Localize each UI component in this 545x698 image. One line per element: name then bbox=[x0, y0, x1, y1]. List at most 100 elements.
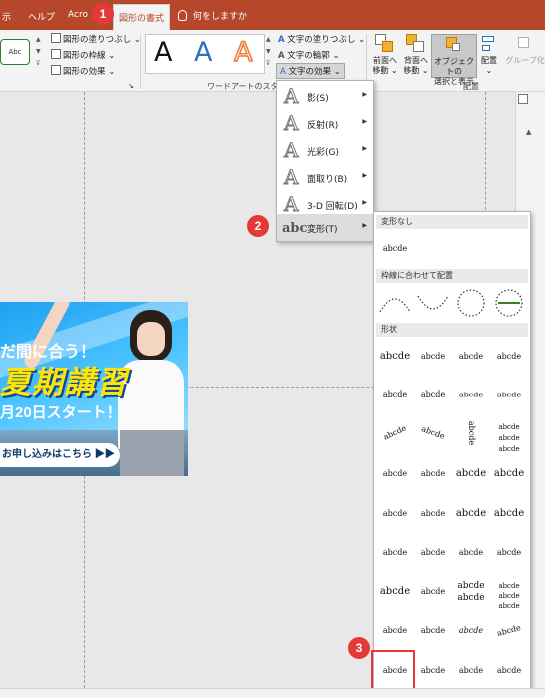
warp-fade-left[interactable]: abcde bbox=[486, 608, 530, 655]
send-backward-button[interactable]: 背面へ 移動 ⌄ bbox=[401, 34, 431, 76]
warp-chevron-down[interactable]: abcde bbox=[414, 376, 452, 414]
group-button[interactable]: グループ化 bbox=[505, 34, 545, 66]
pen-icon bbox=[51, 49, 61, 59]
wordart-style-orange[interactable]: A bbox=[233, 36, 253, 69]
shape-outline-button[interactable]: 図形の枠線 ⌄ bbox=[51, 49, 115, 61]
shape-style-scroll[interactable]: ▲ ▼ ⊽ bbox=[36, 34, 44, 70]
warp-ring-inside[interactable]: abcde bbox=[452, 382, 490, 409]
wordart-style-blue[interactable]: A bbox=[194, 37, 212, 68]
warp-arch-down[interactable]: abcde bbox=[409, 409, 458, 458]
warp-stop[interactable]: abcde bbox=[414, 338, 452, 376]
tab-shape-format[interactable]: 図形の書式 bbox=[113, 4, 171, 30]
submenu-arrow-icon: ▶ bbox=[362, 172, 367, 179]
warp-inflate-bottom[interactable]: abcde abcde bbox=[452, 573, 490, 611]
warp-fade-right[interactable]: abcde bbox=[452, 612, 490, 650]
submenu-arrow-icon: ▶ bbox=[362, 145, 367, 152]
warp-deflate-top[interactable]: abcde bbox=[414, 612, 452, 650]
wordart-gallery-scroll[interactable]: ▲ ▼ ⊽ bbox=[266, 34, 274, 70]
selection-pane-button[interactable]: オブジェクトの 選択と表示 bbox=[431, 34, 477, 86]
submenu-arrow-icon: ▶ bbox=[362, 222, 367, 229]
warp-circle[interactable]: abcde bbox=[452, 414, 490, 452]
warp-button-pour[interactable]: abcde bbox=[490, 455, 528, 493]
banner-date: 月20日スタート！ bbox=[0, 404, 122, 421]
warp-double-wave-1[interactable]: abcde bbox=[452, 534, 490, 572]
menu-item-reflection[interactable]: A 反射(R) ▶ bbox=[277, 110, 373, 137]
text-outline-button[interactable]: A 文字の輪郭 ⌄ bbox=[278, 49, 340, 61]
warp-curve-up[interactable]: abcde bbox=[376, 495, 414, 533]
dialog-launcher-icon[interactable]: ↘ bbox=[128, 82, 134, 90]
transform-arch-down[interactable] bbox=[414, 284, 452, 322]
summer-course-banner-image[interactable]: だ間に合う！ 夏期講習 月20日スタート！ お申し込みはこちら ▶▶ bbox=[0, 302, 188, 476]
warp-arch-down-pour[interactable]: abcde bbox=[414, 455, 452, 493]
tell-me-label: 何をしますか bbox=[193, 12, 248, 22]
warp-plain[interactable]: abcde bbox=[376, 338, 414, 376]
menu-item-shadow[interactable]: A 影(S) ▶ bbox=[277, 83, 373, 110]
highlight-box bbox=[371, 650, 415, 692]
arch-up-icon bbox=[379, 298, 411, 313]
warp-ring-outside[interactable]: abcde bbox=[490, 382, 528, 409]
transform-circle[interactable] bbox=[452, 284, 490, 322]
warp-cascade-down[interactable]: abcde bbox=[490, 652, 528, 690]
warp-cascade-up[interactable]: abcde bbox=[452, 652, 490, 690]
glow-icon: A bbox=[283, 138, 299, 162]
circle-path-icon bbox=[457, 289, 485, 317]
wordart-style-gallery[interactable]: A A A bbox=[145, 34, 265, 74]
submenu-arrow-icon: ▶ bbox=[362, 91, 367, 98]
group-icon bbox=[515, 34, 535, 54]
warp-chevron-up[interactable]: abcde bbox=[376, 376, 414, 414]
shape-effects-button[interactable]: 図形の効果 ⌄ bbox=[51, 65, 115, 77]
warp-wave-1[interactable]: abcde bbox=[376, 534, 414, 572]
scroll-up-icon[interactable]: ▲ bbox=[526, 128, 531, 136]
warp-can-up[interactable]: abcde bbox=[452, 495, 490, 533]
shape-style-sample[interactable]: Abc bbox=[0, 39, 30, 65]
menu-item-transform[interactable]: abc 変形(T) ▶ bbox=[277, 214, 373, 241]
selection-pane-icon bbox=[444, 35, 464, 55]
text-outline-icon: A bbox=[278, 51, 285, 61]
bring-forward-button[interactable]: 前面へ 移動 ⌄ bbox=[370, 34, 400, 76]
text-effects-button[interactable]: A 文字の効果 ⌄ bbox=[276, 63, 345, 79]
warp-deflate[interactable]: abcde bbox=[414, 573, 452, 611]
warp-wave-2[interactable]: abcde bbox=[414, 534, 452, 572]
3d-rotation-icon: A bbox=[283, 192, 299, 216]
tab-help[interactable]: ヘルプ bbox=[28, 10, 55, 23]
transform-none[interactable]: abcde bbox=[376, 230, 414, 268]
menu-item-glow[interactable]: A 光彩(G) ▶ bbox=[277, 137, 373, 164]
warp-arch-up-pour[interactable]: abcde bbox=[376, 455, 414, 493]
ribbon-divider bbox=[140, 34, 141, 89]
warp-inflate[interactable]: abcde bbox=[376, 573, 414, 611]
transform-button[interactable] bbox=[490, 284, 528, 322]
step-badge-1: 1 bbox=[92, 3, 114, 25]
student-face bbox=[137, 322, 165, 356]
tell-me-box[interactable]: 何をしますか bbox=[178, 9, 247, 22]
status-bar bbox=[0, 688, 545, 698]
tab-slideshow[interactable]: 示 bbox=[2, 10, 11, 23]
warp-triangle-up[interactable]: abcde bbox=[452, 338, 490, 376]
warp-can-down[interactable]: abcde bbox=[490, 495, 528, 533]
text-fill-button[interactable]: A 文字の塗りつぶし ⌄ bbox=[278, 33, 365, 45]
align-button[interactable]: 配置 ⌄ bbox=[479, 34, 499, 76]
transform-arch-up[interactable] bbox=[376, 284, 414, 322]
step-badge-3: 3 bbox=[348, 637, 370, 659]
menu-item-bevel[interactable]: A 面取り(B) ▶ bbox=[277, 164, 373, 191]
text-fill-icon: A bbox=[278, 35, 285, 45]
panel-thumb-icon[interactable] bbox=[518, 94, 528, 104]
warp-button[interactable]: abcde abcde abcde bbox=[490, 414, 528, 453]
student-skirt bbox=[120, 430, 184, 476]
warp-triangle-down[interactable]: abcde bbox=[490, 338, 528, 376]
paint-bucket-icon bbox=[51, 33, 61, 43]
warp-curve-down[interactable]: abcde bbox=[414, 495, 452, 533]
wordart-style-black[interactable]: A bbox=[154, 37, 172, 68]
shape-fill-button[interactable]: 図形の塗りつぶし ⌄ bbox=[51, 33, 141, 45]
warp-slant-down[interactable]: abcde bbox=[414, 652, 452, 690]
shadow-icon: A bbox=[283, 84, 299, 108]
bevel-icon: A bbox=[283, 165, 299, 189]
transform-submenu: 変形なし abcde 枠線に合わせて配置 形状 abcde abcde abcd… bbox=[373, 211, 531, 691]
shape-effects-icon bbox=[51, 65, 61, 75]
warp-deflate-bottom[interactable]: abcde abcde abcde bbox=[490, 573, 528, 611]
text-effects-menu: A 影(S) ▶ A 反射(R) ▶ A 光彩(G) ▶ A 面取り(B) ▶ A 3-D 回転(… bbox=[276, 80, 374, 242]
warp-circle-pour[interactable]: abcde bbox=[452, 455, 490, 493]
submenu-arrow-icon: ▶ bbox=[362, 118, 367, 125]
warp-inflate-top[interactable]: abcde bbox=[376, 612, 414, 650]
warp-double-wave-2[interactable]: abcde bbox=[490, 534, 528, 572]
tab-acrobat[interactable]: Acro bbox=[68, 10, 88, 20]
